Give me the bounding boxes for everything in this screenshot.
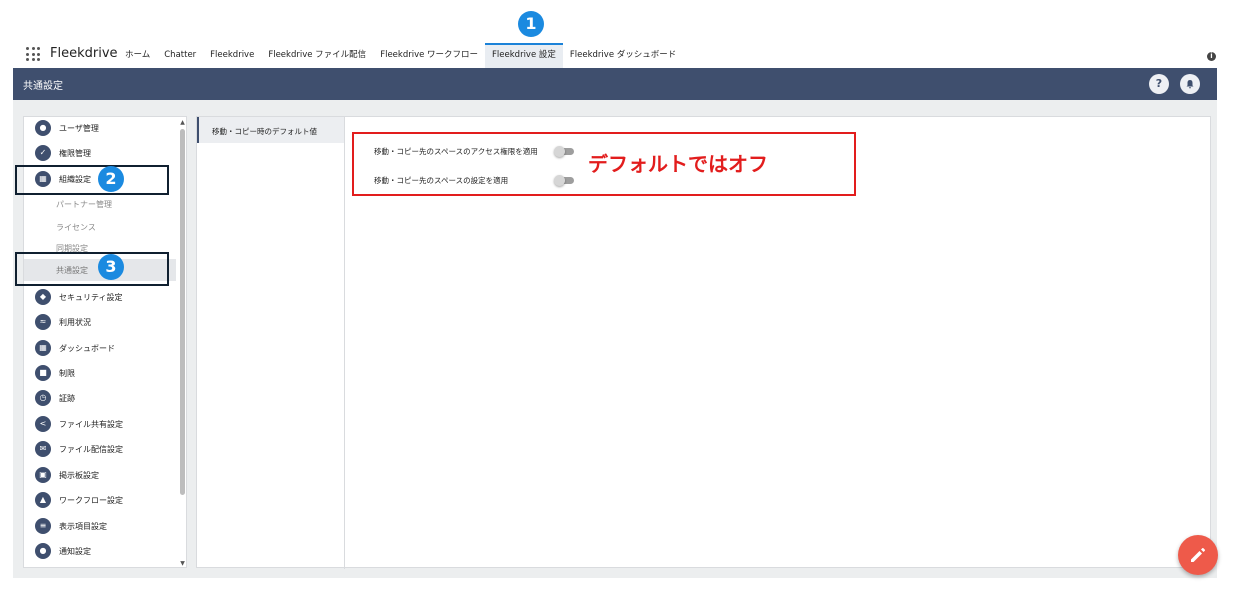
user-icon: ● bbox=[35, 120, 51, 136]
tab-file-delivery[interactable]: Fleekdrive ファイル配信 bbox=[261, 43, 373, 68]
annotation-box-organization bbox=[15, 165, 169, 195]
help-icon[interactable]: ? bbox=[1149, 74, 1169, 94]
edit-button[interactable] bbox=[1178, 535, 1218, 575]
chart-icon: ≈ bbox=[35, 314, 51, 330]
step-badge-2: 2 bbox=[98, 166, 124, 192]
tab-home[interactable]: ホーム bbox=[118, 43, 157, 68]
scroll-up-icon[interactable]: ▲ bbox=[179, 119, 186, 126]
top-navigation: Fleekdrive ホーム Chatter Fleekdrive Fleekd… bbox=[0, 0, 1252, 68]
sidebar-item-display-fields[interactable]: ≡ 表示項目設定 bbox=[24, 515, 176, 537]
annotation-note: デフォルトではオフ bbox=[588, 152, 768, 176]
shield-check-icon: ✓ bbox=[35, 145, 51, 161]
app-launcher-icon[interactable] bbox=[26, 47, 40, 61]
tab-chatter[interactable]: Chatter bbox=[157, 43, 203, 68]
sidebar-subitem-partner[interactable]: パートナー管理 bbox=[24, 193, 176, 215]
sidebar-item-workflow[interactable]: ▲ ワークフロー設定 bbox=[24, 489, 176, 511]
sidebar-item-notifications[interactable]: ● 通知設定 bbox=[24, 540, 176, 562]
camera-icon: ■ bbox=[35, 365, 51, 381]
sidebar-item-audit[interactable]: ◷ 証跡 bbox=[24, 387, 176, 409]
sidebar-item-label: 証跡 bbox=[59, 393, 75, 403]
calendar-icon: ▣ bbox=[35, 467, 51, 483]
step-badge-1: 1 bbox=[518, 11, 544, 37]
sidebar-item-label: セキュリティ設定 bbox=[59, 292, 123, 302]
sidebar-item-label: 権限管理 bbox=[59, 148, 91, 158]
mail-icon: ✉ bbox=[35, 441, 51, 457]
pencil-icon bbox=[1191, 547, 1206, 562]
sidebar-item-file-sharing[interactable]: < ファイル共有設定 bbox=[24, 413, 176, 435]
sidebar-item-label: ワークフロー設定 bbox=[59, 495, 123, 505]
sidebar-item-usage[interactable]: ≈ 利用状況 bbox=[24, 311, 176, 333]
sidebar-item-label: 掲示板設定 bbox=[59, 470, 99, 480]
page-header: 共通設定 ? bbox=[13, 68, 1217, 100]
sidebar-item-user-management[interactable]: ● ユーザ管理 bbox=[24, 117, 176, 139]
subnav-item-label: 移動・コピー時のデフォルト値 bbox=[212, 127, 317, 136]
app-name: Fleekdrive bbox=[50, 46, 118, 61]
subnav-item-move-copy-defaults[interactable]: 移動・コピー時のデフォルト値 bbox=[197, 117, 344, 143]
list-icon: ≡ bbox=[35, 518, 51, 534]
dashboard-icon: ▦ bbox=[35, 340, 51, 356]
scroll-down-icon[interactable]: ▼ bbox=[179, 560, 186, 567]
sidebar-item-label: ダッシュボード bbox=[59, 343, 115, 353]
page-title: 共通設定 bbox=[23, 81, 63, 92]
tab-workflow[interactable]: Fleekdrive ワークフロー bbox=[373, 43, 485, 68]
sidebar-item-label: 表示項目設定 bbox=[59, 521, 107, 531]
sidebar-item-label: 制限 bbox=[59, 368, 75, 378]
step-badge-3: 3 bbox=[98, 254, 124, 280]
sidebar-item-file-delivery[interactable]: ✉ ファイル配信設定 bbox=[24, 438, 176, 460]
share-icon: < bbox=[35, 416, 51, 432]
notification-bell-icon[interactable] bbox=[1180, 74, 1200, 94]
sidebar-item-security[interactable]: ◆ セキュリティ設定 bbox=[24, 286, 176, 308]
sidebar-item-label: ライセンス bbox=[56, 223, 96, 232]
sidebar-item-dashboard[interactable]: ▦ ダッシュボード bbox=[24, 337, 176, 359]
security-shield-icon: ◆ bbox=[35, 289, 51, 305]
annotation-box-common-settings bbox=[15, 252, 169, 286]
bell-icon: ● bbox=[35, 543, 51, 559]
sidebar-item-label: 利用状況 bbox=[59, 317, 91, 327]
person-upload-icon: ▲ bbox=[35, 492, 51, 508]
info-icon[interactable]: i bbox=[1207, 52, 1216, 61]
sidebar-item-board[interactable]: ▣ 掲示板設定 bbox=[24, 464, 176, 486]
sidebar-item-label: ユーザ管理 bbox=[59, 123, 99, 133]
sidebar-item-label: ファイル配信設定 bbox=[59, 444, 123, 454]
sidebar-item-label: 通知設定 bbox=[59, 546, 91, 556]
tab-settings[interactable]: Fleekdrive 設定 bbox=[485, 43, 563, 68]
sidebar-subitem-license[interactable]: ライセンス bbox=[24, 216, 176, 238]
scrollbar-thumb[interactable] bbox=[180, 129, 185, 495]
sidebar-item-label: ファイル共有設定 bbox=[59, 419, 123, 429]
tab-fleekdrive[interactable]: Fleekdrive bbox=[203, 43, 261, 68]
nav-tabs: ホーム Chatter Fleekdrive Fleekdrive ファイル配信… bbox=[118, 43, 683, 68]
clock-icon: ◷ bbox=[35, 390, 51, 406]
sidebar-scrollbar[interactable]: ▲ ▼ bbox=[178, 117, 186, 567]
tab-dashboard[interactable]: Fleekdrive ダッシュボード bbox=[563, 43, 683, 68]
settings-subnav: 移動・コピー時のデフォルト値 bbox=[197, 117, 345, 569]
sidebar-item-limits[interactable]: ■ 制限 bbox=[24, 362, 176, 384]
sidebar-item-permissions[interactable]: ✓ 権限管理 bbox=[24, 142, 176, 164]
sidebar-item-label: パートナー管理 bbox=[56, 200, 112, 209]
